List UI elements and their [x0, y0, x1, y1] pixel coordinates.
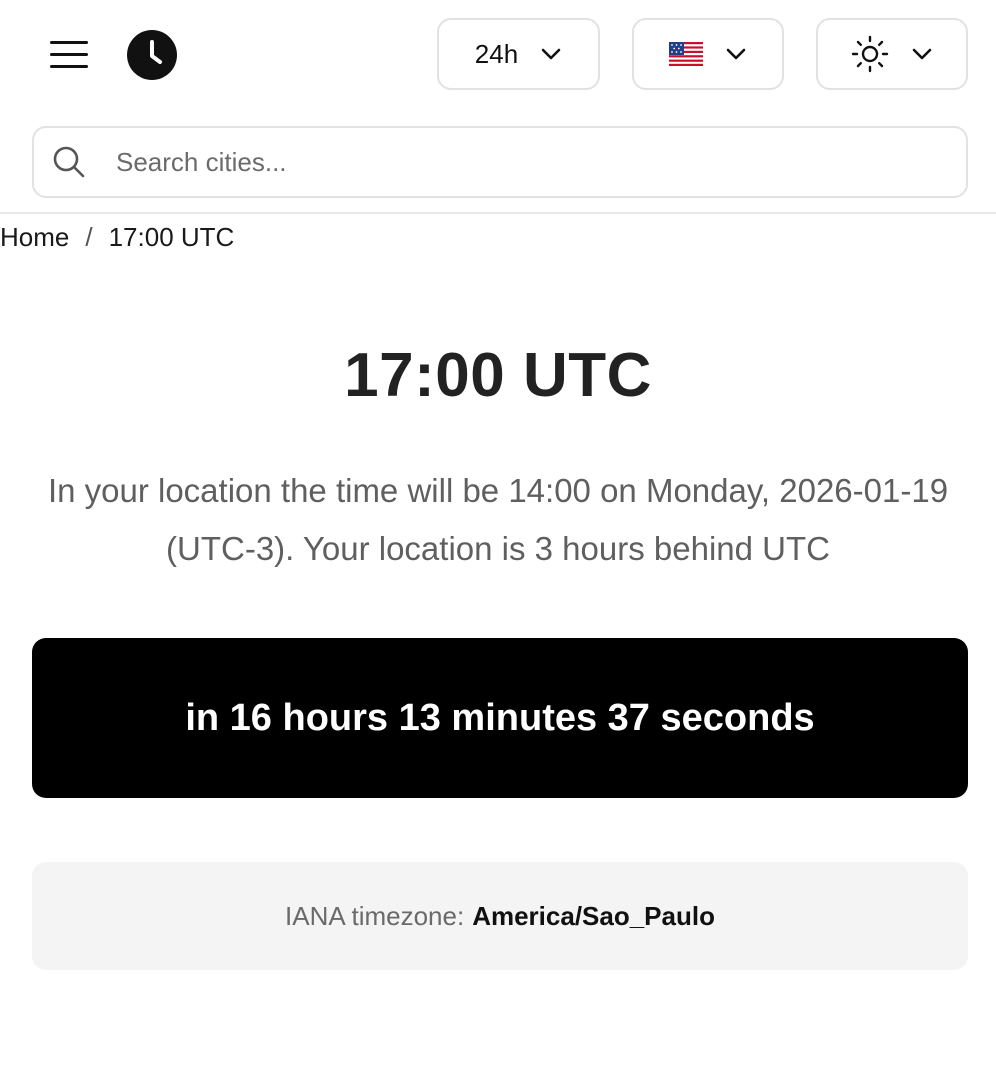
search-input[interactable]: [116, 132, 936, 192]
chevron-down-icon: [726, 48, 746, 60]
timezone-label: IANA timezone:: [285, 900, 465, 931]
menu-button[interactable]: [50, 34, 94, 74]
page: 24h Search cities... Home / 17:00 UTC 17…: [0, 0, 996, 1070]
chevron-down-icon: [912, 48, 932, 60]
hamburger-icon: [50, 64, 88, 68]
clock-icon[interactable]: [126, 29, 178, 81]
countdown-text: in 16 hours 13 minutes 37 seconds: [185, 696, 815, 739]
page-title: 17:00 UTC: [344, 341, 652, 410]
language-select[interactable]: [632, 18, 784, 90]
breadcrumb-home-link[interactable]: Home: [0, 222, 69, 253]
time-format-label: 24h: [474, 38, 519, 69]
sun-icon: [851, 35, 889, 73]
search-icon: [53, 146, 85, 178]
site-header: 24h: [0, 0, 996, 214]
hamburger-icon: [50, 40, 88, 44]
theme-select[interactable]: [816, 18, 968, 90]
local-time-description: In your location the time will be 14:00 …: [47, 472, 949, 567]
us-flag-icon: [669, 42, 703, 66]
breadcrumb: Home / 17:00 UTC: [0, 222, 234, 253]
time-format-select[interactable]: 24h: [437, 18, 600, 90]
hamburger-icon: [50, 52, 88, 56]
breadcrumb-separator: /: [85, 222, 93, 252]
countdown-box: in 16 hours 13 minutes 37 seconds: [32, 638, 968, 798]
breadcrumb-current: 17:00 UTC: [108, 222, 235, 252]
timezone-info-box: IANA timezone: America/Sao_Paulo: [32, 862, 968, 970]
timezone-value: America/Sao_Paulo: [472, 900, 715, 931]
chevron-down-icon: [541, 48, 561, 60]
search-box[interactable]: [32, 126, 968, 198]
